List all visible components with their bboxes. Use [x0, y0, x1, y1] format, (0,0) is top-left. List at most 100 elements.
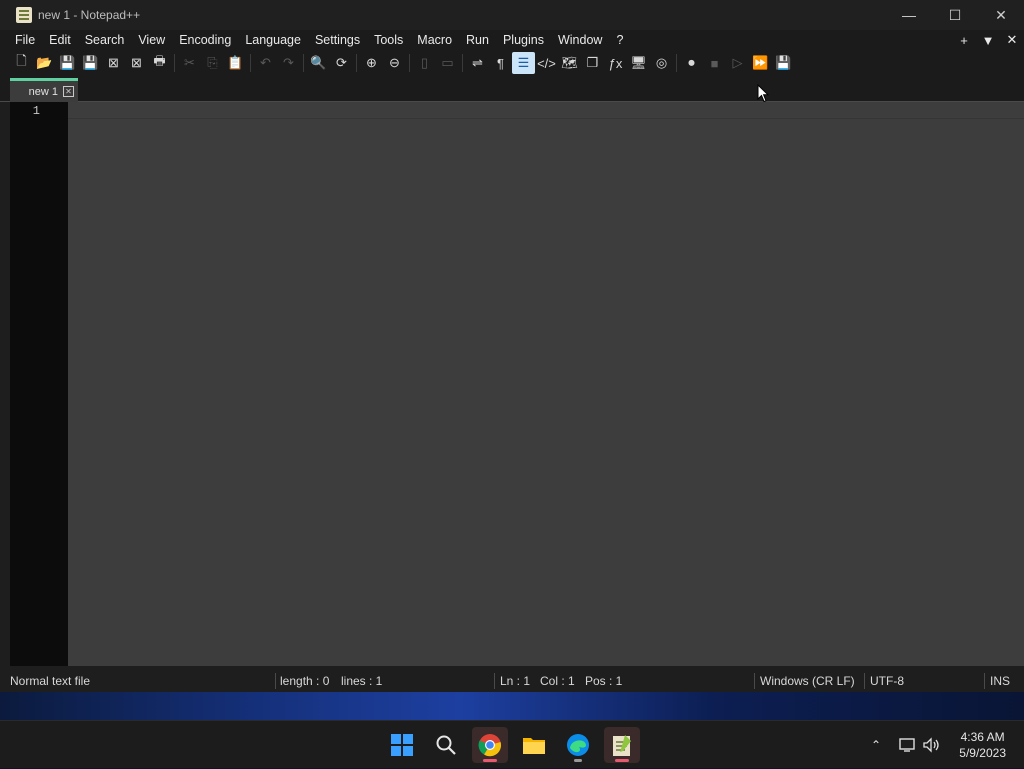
notepadpp-app-icon	[16, 7, 32, 23]
menu-tools[interactable]: Tools	[367, 33, 410, 47]
search-icon	[436, 735, 456, 755]
show-all-chars-icon[interactable]: ¶	[489, 52, 512, 74]
status-eol[interactable]: Windows (CR LF)	[760, 670, 855, 692]
tab-label: new 1	[28, 85, 58, 98]
run-macro-multiple-icon[interactable]: ⏩	[749, 52, 772, 74]
monitoring-icon[interactable]: ◎	[650, 52, 673, 74]
menu-settings[interactable]: Settings	[308, 33, 367, 47]
print-icon[interactable]: 🖶	[148, 52, 171, 74]
tab-bar: new 1 ✕	[0, 76, 1024, 102]
menu-window[interactable]: Window	[551, 33, 609, 47]
copy-icon[interactable]: ⎘	[201, 52, 224, 74]
menu-file[interactable]: File	[0, 33, 42, 47]
current-line-highlight	[68, 102, 1024, 119]
clock-date: 5/9/2023	[959, 746, 1006, 760]
save-all-icon[interactable]: 💾	[79, 52, 102, 74]
status-lines: lines : 1	[341, 674, 383, 688]
xml-tag-icon[interactable]: </>	[535, 52, 558, 74]
system-tray: ⌃	[866, 721, 942, 769]
sync-vertical-icon[interactable]: ▯	[413, 52, 436, 74]
chrome-taskbar-button[interactable]	[472, 727, 508, 763]
search-taskbar-button[interactable]	[428, 727, 464, 763]
word-wrap-icon[interactable]: ⇌	[466, 52, 489, 74]
network-icon[interactable]	[898, 736, 918, 754]
title-bar[interactable]: new 1 - Notepad++ — ☐ ✕	[0, 0, 1024, 30]
sync-horizontal-icon[interactable]: ▭	[436, 52, 459, 74]
tab-list-dropdown-button[interactable]: ▼	[976, 33, 1000, 48]
notepadpp-icon	[613, 735, 631, 756]
menu-run[interactable]: Run	[459, 33, 496, 47]
edge-taskbar-button[interactable]	[560, 727, 596, 763]
zoom-in-icon[interactable]: ⊕	[360, 52, 383, 74]
menu-edit[interactable]: Edit	[42, 33, 78, 47]
toolbar-separator	[409, 54, 410, 72]
status-pos: Pos : 1	[585, 674, 623, 688]
file-explorer-taskbar-button[interactable]	[516, 727, 552, 763]
function-list-icon[interactable]: ƒx	[604, 52, 627, 74]
close-window-button[interactable]: ✕	[978, 0, 1024, 30]
tab-close-icon[interactable]: ✕	[63, 86, 74, 97]
replace-icon[interactable]: ⟳	[330, 52, 353, 74]
start-button[interactable]	[384, 727, 420, 763]
menu-search[interactable]: Search	[78, 33, 132, 47]
status-ln: Ln : 1	[500, 674, 531, 688]
mouse-cursor-icon	[757, 84, 769, 103]
toolbar-separator	[174, 54, 175, 72]
open-file-icon[interactable]: 📂	[33, 52, 56, 74]
minimize-button[interactable]: —	[886, 0, 932, 30]
line-number: 1	[32, 104, 40, 118]
record-macro-icon[interactable]: ⏺	[680, 52, 703, 74]
toolbar-separator	[676, 54, 677, 72]
toolbar: 🗋 📂 💾 💾 ⊠ ⊠ 🖶 ✂ ⎘ 📋 ↶ ↷ 🔍 ⟳ ⊕ ⊖ ▯ ▭ ⇌ ¶ ☰ </> 🗺 ❐ ƒx 🖥 ◎ ⏺ ■ ▷ ⏩ 💾	[0, 50, 1024, 76]
folder-icon	[523, 738, 545, 754]
menu-plugins[interactable]: Plugins	[496, 33, 551, 47]
menu-bar: File Edit Search View Encoding Language Settin…	[0, 30, 1024, 50]
save-macro-icon[interactable]: 💾	[772, 52, 795, 74]
find-icon[interactable]: 🔍	[307, 52, 330, 74]
toolbar-separator	[462, 54, 463, 72]
notepadpp-taskbar-button[interactable]	[604, 727, 640, 763]
document-map-icon[interactable]: 🗺	[558, 52, 581, 74]
undo-icon[interactable]: ↶	[254, 52, 277, 74]
windows-logo-icon	[391, 734, 413, 756]
close-file-icon[interactable]: ⊠	[102, 52, 125, 74]
folder-workspace-icon[interactable]: 🖥	[627, 52, 650, 74]
show-hidden-icons-icon[interactable]: ⌃	[866, 738, 886, 752]
taskbar-clock[interactable]: 4:36 AM 5/9/2023	[959, 729, 1006, 761]
cut-icon[interactable]: ✂	[178, 52, 201, 74]
chrome-icon	[478, 734, 502, 757]
maximize-button[interactable]: ☐	[932, 0, 978, 30]
clock-time: 4:36 AM	[960, 730, 1005, 744]
new-tab-plus-button[interactable]: +	[952, 33, 976, 48]
paste-icon[interactable]: 📋	[224, 52, 247, 74]
toolbar-separator	[250, 54, 251, 72]
indent-guide-icon[interactable]: ☰	[512, 52, 535, 74]
line-number-gutter: 1	[10, 102, 68, 666]
save-icon[interactable]: 💾	[56, 52, 79, 74]
status-col: Col : 1	[540, 674, 575, 688]
menu-encoding[interactable]: Encoding	[172, 33, 238, 47]
status-length: length : 0	[280, 674, 330, 688]
redo-icon[interactable]: ↷	[277, 52, 300, 74]
close-tab-x-button[interactable]: ✕	[1000, 32, 1024, 48]
menu-macro[interactable]: Macro	[410, 33, 459, 47]
zoom-out-icon[interactable]: ⊖	[383, 52, 406, 74]
close-all-icon[interactable]: ⊠	[125, 52, 148, 74]
new-file-icon[interactable]: 🗋	[10, 52, 33, 74]
document-list-icon[interactable]: ❐	[581, 52, 604, 74]
desktop-wallpaper	[0, 690, 1024, 720]
tab-new-1[interactable]: new 1 ✕	[10, 78, 78, 102]
menu-language[interactable]: Language	[238, 33, 308, 47]
menu-help[interactable]: ?	[609, 33, 630, 47]
status-bar: Normal text file length : 0 lines : 1 Ln…	[0, 670, 1024, 692]
status-encoding[interactable]: UTF-8	[870, 670, 904, 692]
toolbar-separator	[356, 54, 357, 72]
stop-macro-icon[interactable]: ■	[703, 52, 726, 74]
play-macro-icon[interactable]: ▷	[726, 52, 749, 74]
window-title: new 1 - Notepad++	[38, 8, 141, 22]
menu-view[interactable]: View	[131, 33, 172, 47]
volume-icon[interactable]	[922, 736, 942, 754]
status-insert-mode[interactable]: INS	[990, 670, 1010, 692]
editor-area[interactable]: 1	[10, 102, 1024, 666]
toolbar-separator	[303, 54, 304, 72]
